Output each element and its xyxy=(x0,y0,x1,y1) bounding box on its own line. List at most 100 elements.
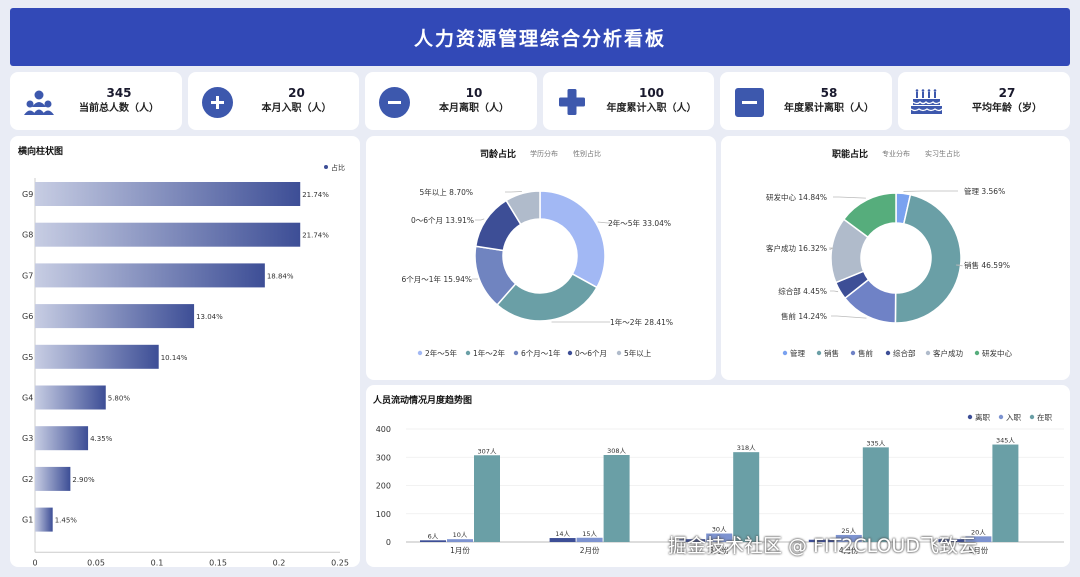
hbar-bar xyxy=(35,507,53,532)
donut-legend-label: 研发中心 xyxy=(982,348,1012,358)
hbar-category-label: G6 xyxy=(22,312,33,321)
donut-legend-dot xyxy=(925,350,931,356)
donut-slice-label: 销售 46.59% xyxy=(964,260,1010,270)
donut-legend-label: 售前 xyxy=(858,348,873,358)
donut-legend-dot xyxy=(885,350,891,356)
trend-bar xyxy=(992,444,1019,542)
hbar-value-label: 5.80% xyxy=(108,395,131,403)
trend-legend-label: 离职 xyxy=(975,412,990,422)
donut-slice-label: 售前 14.24% xyxy=(781,311,827,321)
donut-legend-label: 销售 xyxy=(824,348,839,358)
trend-bar-label: 307人 xyxy=(478,447,497,455)
hbar-xtick-label: 0.05 xyxy=(87,558,105,567)
donut-legend-dot xyxy=(816,350,822,356)
kpi-value: 58 xyxy=(820,86,838,100)
donut-slice xyxy=(539,190,606,289)
donut-slice-label: 研发中心 14.84% xyxy=(766,192,827,202)
hbar-value-label: 1.45% xyxy=(55,517,78,525)
hbar-category-label: G1 xyxy=(22,516,33,525)
kpi-card-month-leave: 10 本月离职（人） xyxy=(365,72,537,130)
trend-legend-label: 在职 xyxy=(1037,412,1053,422)
kpi-value: 345 xyxy=(106,86,132,100)
hbar-panel: 横向柱状图 占比 0 0.05 0.1 0.15 0.2 0.25 G9 21.74% G8 21… xyxy=(10,136,360,567)
trend-legend-dot xyxy=(1029,414,1035,420)
hbar-category-label: G9 xyxy=(22,190,33,199)
trend-category-label: 2月份 xyxy=(580,545,600,555)
trend-bar xyxy=(447,539,473,542)
hbar-value-label: 4.35% xyxy=(90,435,113,443)
hbar-value-label: 13.04% xyxy=(196,313,223,321)
trend-legend-dot xyxy=(998,414,1004,420)
donut-slice-label: 2年～5年 33.04% xyxy=(608,218,671,228)
minus-circle-icon xyxy=(377,85,411,119)
tenure-donut-chart: 2年～5年 33.04% 1年～2年 28.41% 6个月～1年 15.94% 0～6… xyxy=(401,187,673,358)
trend-bar xyxy=(576,537,603,542)
kpi-value: 100 xyxy=(638,86,665,100)
donut-legend-dot xyxy=(616,350,622,356)
func-panel: 职能占比 专业分布 实习生占比 管理 3.56% 销售 46.59% 售前 14.2… xyxy=(721,136,1070,380)
dashboard-header: 人力资源管理综合分析看板 xyxy=(10,8,1070,66)
hbar-bar xyxy=(35,182,301,206)
hbar-legend-dot xyxy=(324,165,328,169)
donut-legend-dot xyxy=(782,350,788,356)
donut-leader-line xyxy=(833,196,866,199)
donut-slice-label: 1年～2年 28.41% xyxy=(610,317,673,327)
hbar-value-label: 18.84% xyxy=(267,272,294,280)
hbar-value-label: 10.14% xyxy=(161,354,188,362)
donut-legend-label: 2年～5年 xyxy=(425,348,458,358)
kpi-card-year-leave: 58 年度累计离职（人） xyxy=(720,72,892,130)
trend-legend-dot xyxy=(967,414,973,420)
trend-bar xyxy=(474,455,500,542)
hbar-chart: 占比 0 0.05 0.1 0.15 0.2 0.25 G9 21.74% G8 21.74% G7… xyxy=(22,163,349,567)
kpi-label: 平均年龄（岁） xyxy=(972,103,1042,114)
trend-bar xyxy=(420,540,446,542)
kpi-card-total: 345 当前总人数（人） xyxy=(10,72,182,130)
donut-legend-label: 客户成功 xyxy=(933,348,963,358)
kpi-label: 当前总人数（人） xyxy=(79,103,159,114)
hbar-bar xyxy=(35,304,195,329)
donut-leader-line xyxy=(505,191,522,193)
trend-bar-label: 15人 xyxy=(582,530,597,538)
donut-legend-label: 0～6个月 xyxy=(575,349,607,358)
hbar-bar xyxy=(35,426,89,451)
donut-legend-dot xyxy=(850,350,856,356)
donut-leader-line xyxy=(475,218,485,221)
kpi-value: 10 xyxy=(465,86,483,100)
trend-bar-label: 318人 xyxy=(737,444,756,452)
donut-slice-label: 管理 3.56% xyxy=(964,186,1005,196)
donut-slice-label: 0～6个月 13.91% xyxy=(411,216,474,225)
trend-bar-label: 308人 xyxy=(607,447,626,455)
hbar-xtick-label: 0.15 xyxy=(209,558,227,567)
donut-legend-label: 管理 xyxy=(790,348,805,358)
trend-bar xyxy=(549,538,576,542)
hbar-category-label: G4 xyxy=(22,394,33,403)
trend-category-label: 1月份 xyxy=(450,545,470,555)
donut-legend-dot xyxy=(417,350,423,356)
hbar-bar xyxy=(35,344,159,369)
hbar-bar xyxy=(35,466,71,491)
kpi-card-avg-age: 27 平均年龄（岁） xyxy=(898,72,1070,130)
hbar-category-label: G5 xyxy=(22,353,33,362)
trend-bar xyxy=(603,454,630,542)
hbar-bar xyxy=(35,385,106,410)
plus-cross-icon xyxy=(555,85,589,119)
trend-ytick-label: 100 xyxy=(376,510,391,519)
donut-legend-dot xyxy=(513,350,519,356)
donut-legend-label: 6个月～1年 xyxy=(521,348,561,358)
kpi-card-month-hire: 20 本月入职（人） xyxy=(188,72,359,130)
hbar-xtick-label: 0 xyxy=(32,558,37,567)
hbar-xtick-label: 0.1 xyxy=(151,558,164,567)
donut-leader-line xyxy=(830,290,839,293)
kpi-value: 20 xyxy=(288,86,305,100)
trend-bar-label: 6人 xyxy=(428,532,439,540)
kpi-value: 27 xyxy=(998,86,1016,100)
page-title: 人力资源管理综合分析看板 xyxy=(413,27,666,50)
hbar-category-label: G3 xyxy=(22,434,33,443)
hbar-value-label: 2.90% xyxy=(72,476,95,484)
kpi-label: 本月入职（人） xyxy=(261,103,332,114)
trend-bar xyxy=(862,447,889,542)
kpi-card-year-hire: 100 年度累计入职（人） xyxy=(543,72,714,130)
trend-bar-label: 14人 xyxy=(555,530,570,538)
people-icon xyxy=(22,85,56,119)
trend-bar-label: 10人 xyxy=(453,531,468,539)
